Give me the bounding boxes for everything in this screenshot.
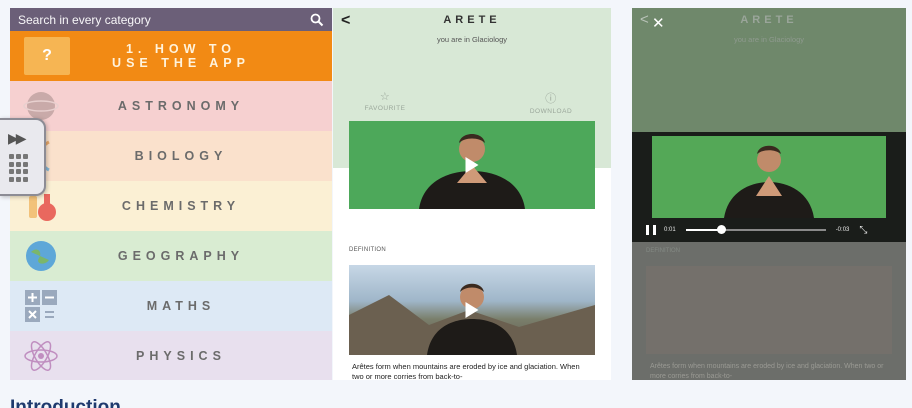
category-geography[interactable]: GEOGRAPHY	[10, 231, 332, 281]
pause-icon[interactable]	[646, 225, 656, 235]
video-player-screen: < ✕ ARETE you are in Glaciology 0:01 -0:…	[632, 8, 906, 380]
fast-forward-icon[interactable]: ▶▶	[8, 130, 26, 147]
time-current: 0:01	[664, 227, 676, 233]
favourite-button[interactable]: ☆ FAVOURITE	[345, 90, 425, 112]
play-icon[interactable]	[465, 302, 479, 318]
expand-icon[interactable]: ⤡	[859, 225, 867, 236]
play-icon[interactable]	[465, 157, 479, 173]
screenshot-stage: Search in every category ? 1. HOW TO USE…	[0, 0, 912, 408]
page-heading: Introduction	[10, 397, 121, 408]
download-icon: ⓘ	[545, 93, 557, 105]
seek-bar[interactable]	[685, 225, 826, 234]
favourite-label: FAVOURITE	[364, 105, 406, 112]
category-label: BIOLOGY	[134, 149, 228, 163]
question-icon: ?	[24, 37, 70, 75]
dimmed-definition-video	[646, 266, 892, 354]
side-toolbar-widget[interactable]: ▶▶	[0, 118, 46, 196]
category-maths[interactable]: MATHS	[10, 281, 332, 331]
search-bar[interactable]: Search in every category	[10, 8, 332, 31]
definition-label: DEFINITION	[349, 247, 386, 253]
search-placeholder[interactable]: Search in every category	[18, 13, 310, 27]
seek-progress	[685, 229, 721, 231]
category-label: CHEMISTRY	[121, 199, 241, 213]
category-astronomy[interactable]: ASTRONOMY	[10, 81, 332, 131]
term-title: ARETE	[740, 14, 798, 26]
term-subtitle: you are in Glaciology	[733, 35, 805, 44]
category-label: 1. HOW TO USE THE APP	[112, 42, 250, 70]
category-biology[interactable]: BIOLOGY	[10, 131, 332, 181]
category-screen: Search in every category ? 1. HOW TO USE…	[10, 8, 332, 380]
search-icon[interactable]	[310, 13, 324, 27]
keypad-icon[interactable]	[9, 154, 29, 182]
star-icon: ☆	[379, 91, 391, 103]
time-remaining: -0:03	[835, 227, 850, 233]
definition-text: Arêtes form when mountains are eroded by…	[650, 363, 884, 380]
player-controls: 0:01 -0:03 ⤡	[632, 220, 906, 240]
category-label: ASTRONOMY	[117, 99, 245, 113]
category-label: PHYSICS	[136, 349, 226, 363]
math-operators-icon	[22, 287, 60, 325]
globe-icon	[22, 237, 60, 275]
category-label: MATHS	[146, 299, 216, 313]
term-title: ARETE	[443, 14, 501, 26]
signer-figure	[724, 145, 814, 218]
download-button[interactable]: ⓘ DOWNLOAD	[511, 90, 591, 115]
definition-video[interactable]	[349, 265, 595, 355]
download-label: DOWNLOAD	[529, 108, 573, 115]
category-physics[interactable]: PHYSICS	[10, 331, 332, 380]
atom-icon	[22, 337, 60, 375]
sign-video[interactable]	[349, 121, 595, 209]
category-label: GEOGRAPHY	[117, 249, 245, 263]
category-chemistry[interactable]: CHEMISTRY	[10, 181, 332, 231]
fullscreen-video[interactable]	[652, 136, 886, 218]
seek-knob[interactable]	[716, 225, 726, 234]
definition-label: DEFINITION	[646, 248, 680, 254]
definition-text: Arêtes form when mountains are eroded by…	[352, 362, 580, 380]
category-how-to[interactable]: ? 1. HOW TO USE THE APP	[10, 31, 332, 81]
term-subtitle: you are in Glaciology	[436, 35, 508, 44]
term-detail-screen: < ARETE you are in Glaciology ☆ FAVOURIT…	[333, 8, 611, 380]
